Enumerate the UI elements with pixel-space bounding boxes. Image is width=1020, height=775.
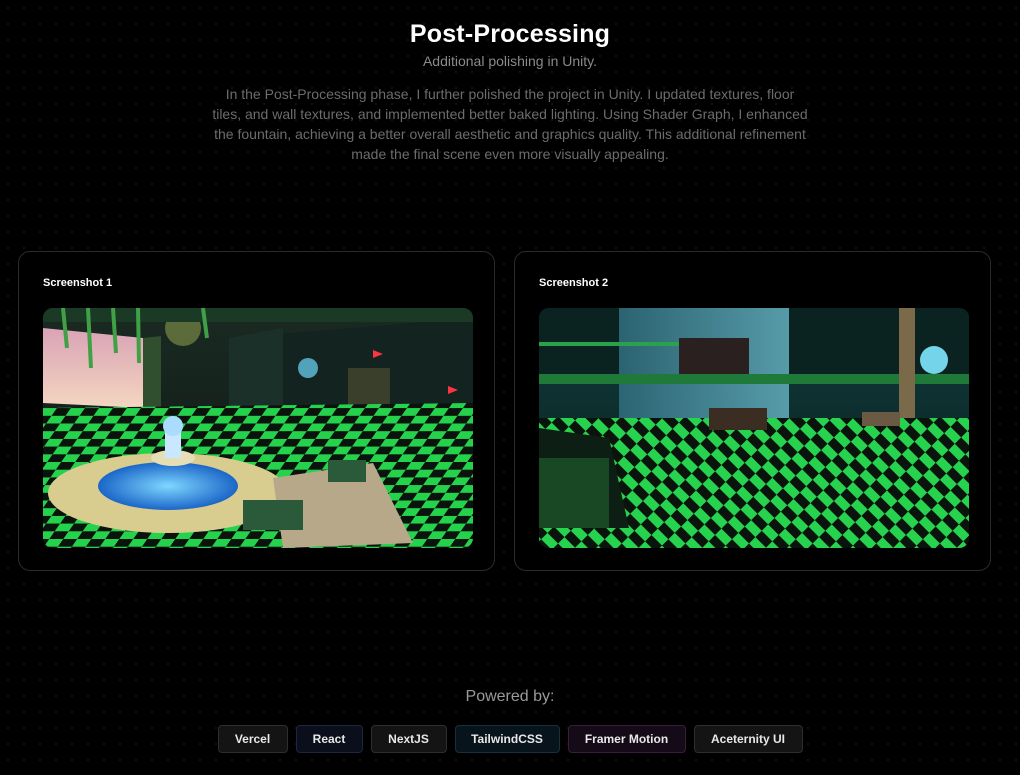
badge-nextjs[interactable]: NextJS [370,725,447,753]
screenshot-card-2: Screenshot 2 [514,251,991,571]
powered-by-label: Powered by: [465,688,555,705]
hero-section: Post-Processing Additional polishing in … [0,18,1020,164]
screenshot-card-title: Screenshot 2 [539,277,609,289]
badge-framer-motion[interactable]: Framer Motion [567,725,686,753]
page-subtitle: Additional polishing in Unity. [422,53,598,69]
page-description: In the Post-Processing phase, I further … [212,86,808,162]
badge-tailwindcss[interactable]: TailwindCSS [454,725,560,753]
screenshot-image-2[interactable] [539,308,969,548]
tech-badges: Vercel React NextJS TailwindCSS Framer M… [0,725,1020,753]
page-title: Post-Processing [409,20,611,48]
screenshot-card-title: Screenshot 1 [43,277,113,289]
screenshot-card-1: Screenshot 1 [18,251,495,571]
badge-aceternity-ui[interactable]: Aceternity UI [693,725,803,753]
badge-react[interactable]: React [295,725,363,753]
page: Post-Processing Additional polishing in … [0,0,1020,775]
screenshot-image-1[interactable] [43,308,473,548]
badge-vercel[interactable]: Vercel [217,725,288,753]
